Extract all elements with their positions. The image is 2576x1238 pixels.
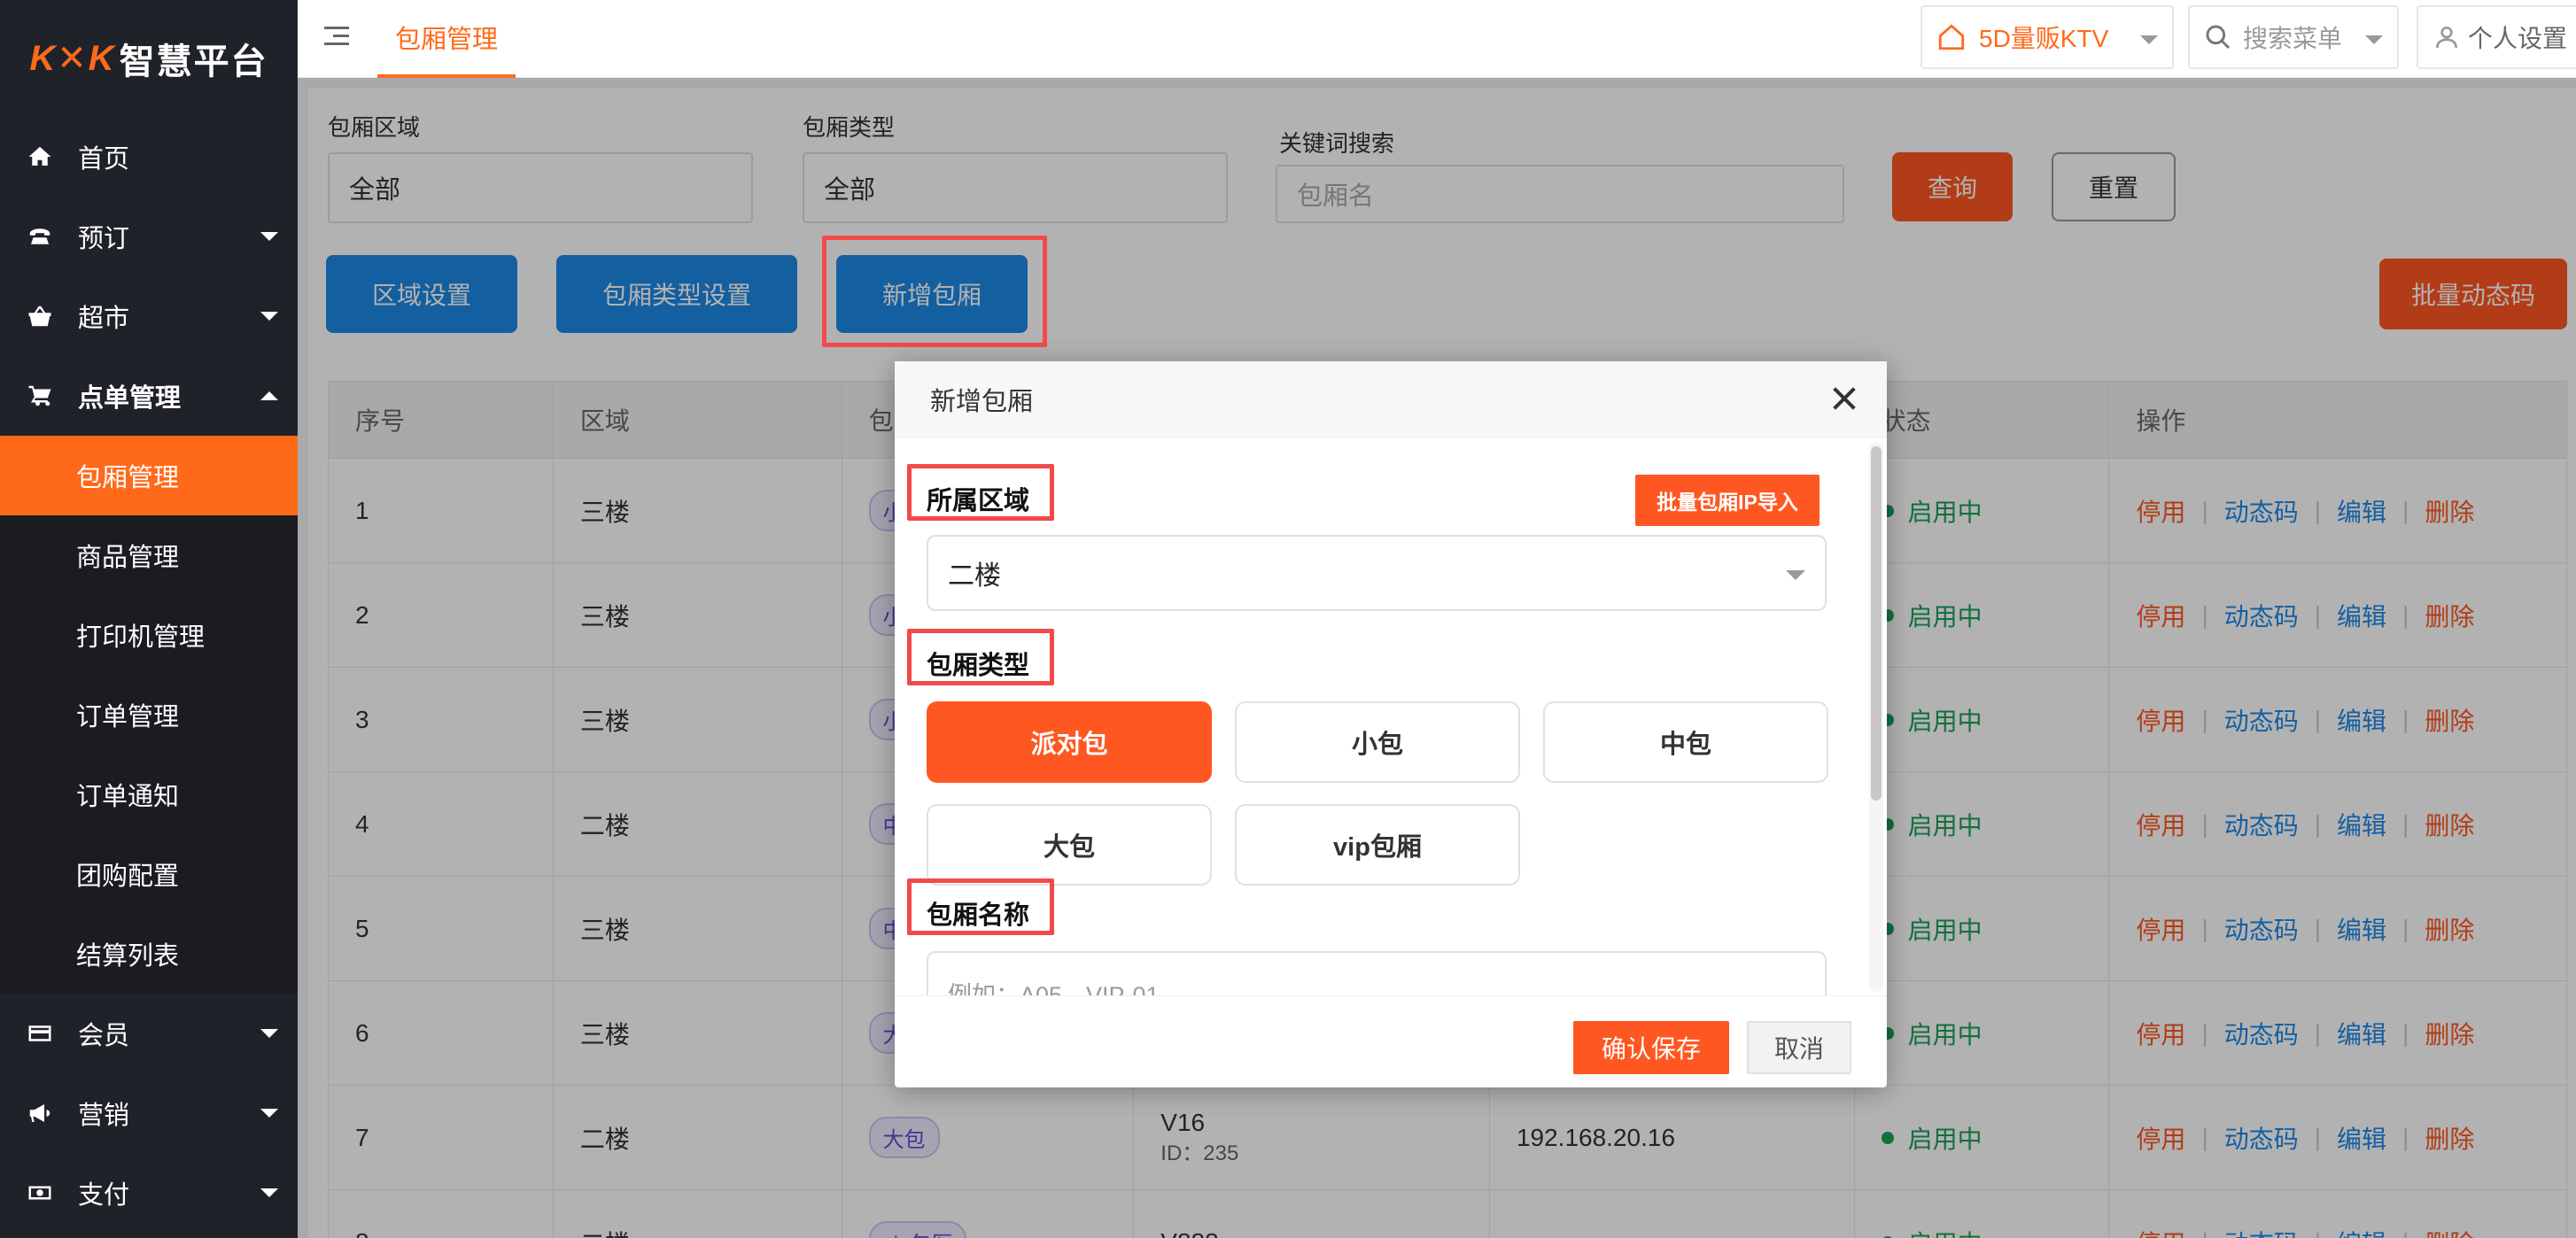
sidebar-item-orders[interactable]: 点单管理 <box>0 356 298 436</box>
sidebar-item-label: 超市 <box>78 305 130 333</box>
submenu-item-order-mgmt[interactable]: 订单管理 <box>0 675 298 754</box>
sidebar-item-label: 点单管理 <box>78 384 182 413</box>
search-icon <box>2206 25 2231 50</box>
sidebar-item-label: 营销 <box>78 1102 130 1130</box>
chevron-down-icon <box>260 1109 278 1118</box>
chevron-down-icon <box>2140 35 2158 44</box>
room-type-medium[interactable]: 中包 <box>1543 701 1828 783</box>
menu-collapse-icon[interactable] <box>324 21 360 57</box>
sidebar: K✕K 智慧平台 首页 预订 超市 点单管理 包厢管理 商品管理 打印机管理 订… <box>0 0 298 1238</box>
home-icon <box>25 142 55 172</box>
sidebar-item-members[interactable]: 会员 <box>0 994 298 1073</box>
money-icon <box>25 1178 55 1208</box>
room-name-input[interactable]: 例如：A05，VIP-01 <box>927 951 1827 995</box>
card-icon <box>25 1018 55 1048</box>
close-icon[interactable] <box>1828 383 1860 414</box>
submenu-item-order-notify[interactable]: 订单通知 <box>0 754 298 834</box>
scrollbar-thumb[interactable] <box>1871 446 1882 801</box>
phone-icon <box>25 221 55 251</box>
user-settings[interactable]: 个人设置 <box>2417 5 2576 69</box>
sidebar-item-label: 预订 <box>78 225 130 253</box>
submenu-item-settlement[interactable]: 结算列表 <box>0 914 298 994</box>
menu-search[interactable]: 搜索菜单 <box>2188 5 2399 69</box>
highlight-area-title <box>907 464 1054 521</box>
user-icon <box>2436 27 2457 49</box>
sidebar-item-home[interactable]: 首页 <box>0 117 298 197</box>
highlight-add-room <box>822 236 1047 347</box>
megaphone-icon <box>25 1098 55 1128</box>
menu-search-placeholder: 搜索菜单 <box>2243 25 2343 52</box>
logo: K✕K 智慧平台 <box>0 0 298 117</box>
cancel-button[interactable]: 取消 <box>1747 1021 1851 1074</box>
sidebar-item-label: 首页 <box>78 145 130 174</box>
basket-icon <box>25 301 55 331</box>
sidebar-item-payment[interactable]: 支付 <box>0 1153 298 1233</box>
add-room-dialog: 新增包厢 所属区域 批量包厢IP导入 二楼 包厢类型 派对包 小包 中包 大包 … <box>895 361 1887 1087</box>
home-outline-icon <box>1938 24 1965 50</box>
store-selector[interactable]: 5D量贩KTV <box>1920 5 2174 69</box>
sidebar-item-marketing[interactable]: 营销 <box>0 1073 298 1153</box>
area-select-value: 二楼 <box>948 561 1001 591</box>
tab-room-management[interactable]: 包厢管理 <box>377 0 516 78</box>
area-select[interactable]: 二楼 <box>927 535 1827 611</box>
submenu-item-group-buy[interactable]: 团购配置 <box>0 834 298 914</box>
dialog-footer: 确认保存 取消 <box>895 995 1887 1087</box>
room-type-party[interactable]: 派对包 <box>927 701 1212 783</box>
sidebar-item-supermarket[interactable]: 超市 <box>0 276 298 356</box>
chevron-down-icon <box>260 232 278 241</box>
room-type-small[interactable]: 小包 <box>1235 701 1520 783</box>
highlight-name-title <box>907 878 1054 935</box>
top-header: 包厢管理 5D量贩KTV 搜索菜单 个人设置 <box>298 0 2576 78</box>
chevron-down-icon <box>260 312 278 321</box>
user-settings-label: 个人设置 <box>2468 25 2568 52</box>
chevron-down-icon <box>2365 35 2383 44</box>
dialog-scrollbar[interactable] <box>1869 443 1883 992</box>
dialog-title: 新增包厢 <box>895 361 1887 437</box>
room-type-vip[interactable]: vip包厢 <box>1235 804 1520 886</box>
sidebar-item-label: 会员 <box>78 1022 130 1050</box>
submenu-item-rooms[interactable]: 包厢管理 <box>0 436 298 515</box>
brand-title: 智慧平台 <box>119 43 268 81</box>
sidebar-submenu: 包厢管理 商品管理 打印机管理 订单管理 订单通知 团购配置 结算列表 <box>0 436 298 994</box>
highlight-type-title <box>907 629 1054 685</box>
chevron-down-icon <box>260 1029 278 1038</box>
chevron-up-icon <box>260 391 278 400</box>
submenu-item-printers[interactable]: 打印机管理 <box>0 595 298 675</box>
sidebar-item-label: 支付 <box>78 1181 130 1210</box>
brand-mark: K✕K <box>29 39 116 78</box>
sidebar-item-booking[interactable]: 预订 <box>0 197 298 276</box>
room-type-large[interactable]: 大包 <box>927 804 1212 886</box>
submenu-item-goods[interactable]: 商品管理 <box>0 515 298 595</box>
store-name: 5D量贩KTV <box>1979 25 2109 52</box>
cart-icon <box>25 381 55 411</box>
confirm-save-button[interactable]: 确认保存 <box>1573 1021 1729 1074</box>
dialog-body: 所属区域 批量包厢IP导入 二楼 包厢类型 派对包 小包 中包 大包 vip包厢… <box>895 437 1869 995</box>
batch-ip-import-button[interactable]: 批量包厢IP导入 <box>1635 475 1819 526</box>
chevron-down-icon <box>260 1188 278 1197</box>
chevron-down-icon <box>1786 570 1805 580</box>
